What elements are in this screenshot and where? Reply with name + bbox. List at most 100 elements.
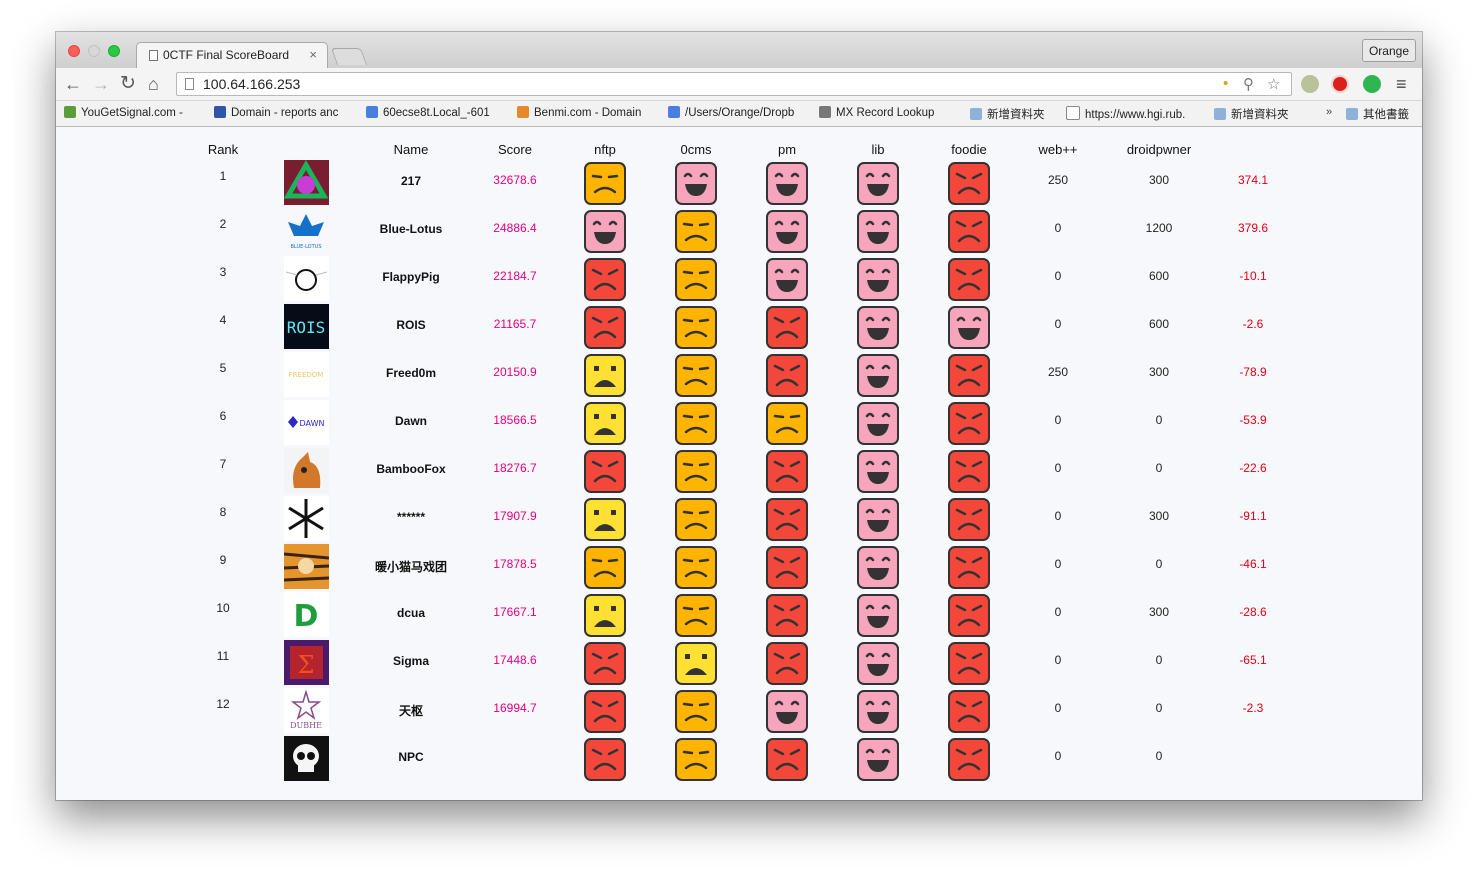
status-happy-face-icon [584,210,626,253]
table-row: 3 FlappyPig 22184.7 0 600 -10.1 [56,256,1422,304]
minimize-window-button[interactable] [88,45,100,57]
status-happy-face-icon [857,354,899,397]
status-angry-face-icon [766,306,808,349]
status-neutral-face-icon [675,354,717,397]
bookmark-label: 60ecse8t.Local_-601 [383,107,490,119]
bookmark-label: Benmi.com - Domain [534,107,642,119]
team-name: Freed0m [385,366,437,380]
menu-icon[interactable]: ≡ [1396,74,1407,95]
status-angry-face-icon [948,738,990,781]
bookmark-other[interactable]: 其他書籤 [1346,106,1409,122]
table-row: 1 217 32678.6 250 300 374.1 [56,160,1422,208]
address-bar[interactable]: 100.64.166.253 • ⚲ ☆ [176,72,1292,96]
status-angry-face-icon [948,546,990,589]
rank-cell: 12 [216,697,230,711]
reload-icon[interactable]: ↻ [120,74,136,94]
score-cell: 16994.7 [493,701,537,715]
bookmark-label: /Users/Orange/Dropb [685,107,795,119]
status-neutral-face-icon [675,306,717,349]
droidpwner-points: 0 [1155,749,1163,763]
pencil-icon [517,106,529,118]
bookmark-label: YouGetSignal.com - [81,107,183,119]
team-name: 天枢 [398,704,423,718]
status-neutral-face-icon [675,450,717,493]
status-angry-face-icon [948,162,990,205]
g-icon [366,106,378,118]
rank-cell: 6 [219,409,227,423]
rank-cell: 1 [219,169,227,183]
status-happy-face-icon [857,594,899,637]
bookmark-label: Domain - reports anc [231,107,339,119]
bookmarks-overflow-icon[interactable]: » [1326,106,1332,118]
close-window-button[interactable] [68,45,80,57]
scoreboard: Rank Name Score nftp 0cms pm lib foodie … [56,127,1422,800]
score-delta: -91.1 [1239,509,1267,523]
svg-text:FREEDOM: FREEDOM [289,371,324,379]
star-icon[interactable]: ☆ [1267,75,1280,93]
score-cell: 17667.1 [493,605,537,619]
page-icon [149,50,158,61]
status-angry-face-icon [584,642,626,685]
status-angry-face-icon [584,690,626,733]
score-delta: -2.3 [1242,701,1264,715]
tab-scoreboard[interactable]: 0CTF Final ScoreBoard × [136,42,328,68]
team-name: Sigma [392,654,429,668]
status-happy-face-icon [857,258,899,301]
status-angry-face-icon [584,738,626,781]
bookmark-item[interactable]: 60ecse8t.Local_-601 [366,106,490,119]
team-name: dcua [396,606,425,620]
svg-text:ROIS: ROIS [287,318,326,337]
bird-icon [214,106,226,118]
score-cell: 21165.7 [493,317,537,331]
team-name: 217 [400,174,422,188]
tab-close-icon[interactable]: × [309,47,317,62]
score-delta: 374.1 [1237,173,1269,187]
status-angry-face-icon [766,642,808,685]
rank-cell: 4 [219,313,227,327]
bookmark-item[interactable]: /Users/Orange/Dropb [668,106,794,119]
toolbar: ← → ↻ ⌂ 100.64.166.253 • ⚲ ☆ ≡ [56,68,1422,101]
status-angry-face-icon [948,450,990,493]
dcua-logo-icon: D [284,592,329,637]
table-row: 6 DAWN Dawn 18566.5 0 0 -53.9 [56,400,1422,448]
status-sad-face-icon [675,642,717,685]
browser-window: 0CTF Final ScoreBoard × Orange ← → ↻ ⌂ 1… [56,32,1422,800]
freedom-logo-icon: FREEDOM [284,352,329,397]
status-sad-face-icon [584,402,626,445]
tab-strip: 0CTF Final ScoreBoard × Orange [56,32,1422,68]
extension-icon[interactable] [1301,75,1319,93]
adblock-icon[interactable] [1331,75,1349,93]
status-neutral-face-icon [675,690,717,733]
document-icon [1066,106,1080,120]
profile-button[interactable]: Orange [1361,39,1416,62]
rank-cell: 10 [216,601,230,615]
status-happy-face-icon [857,498,899,541]
search-icon[interactable]: ⚲ [1243,75,1254,93]
new-tab-button[interactable] [330,48,368,65]
lightbulb-icon[interactable]: • [1223,75,1228,92]
table-row: 11 Σ Sigma 17448.6 0 0 -65.1 [56,640,1422,688]
rank-cell: 5 [219,361,227,375]
bookmark-item[interactable]: Benmi.com - Domain [517,106,641,119]
team-name: Dawn [394,414,427,428]
bookmark-item[interactable]: YouGetSignal.com - [64,106,183,119]
score-cell: 17448.6 [493,653,537,667]
score-delta: -28.6 [1239,605,1267,619]
rank-cell: 3 [219,265,227,279]
zoom-window-button[interactable] [108,45,120,57]
status-angry-face-icon [584,258,626,301]
forward-icon[interactable]: → [92,74,110,94]
document-icon [185,78,194,90]
bookmark-item[interactable]: 新增資料夾 [1214,106,1289,122]
hangouts-icon[interactable] [1363,75,1381,93]
snowflake-logo-icon [284,496,329,541]
team-name: 暖小猫马戏团 [374,560,447,574]
bookmark-item[interactable]: https://www.hgi.rub. [1066,106,1185,121]
home-icon[interactable]: ⌂ [148,74,159,94]
back-icon[interactable]: ← [64,74,82,94]
bookmark-item[interactable]: MX Record Lookup [819,106,934,119]
status-angry-face-icon [584,450,626,493]
bookmark-item[interactable]: Domain - reports anc [214,106,338,119]
bookmark-item[interactable]: 新增資料夾 [970,106,1045,122]
header-droidpwner: droidpwner [1126,142,1192,157]
